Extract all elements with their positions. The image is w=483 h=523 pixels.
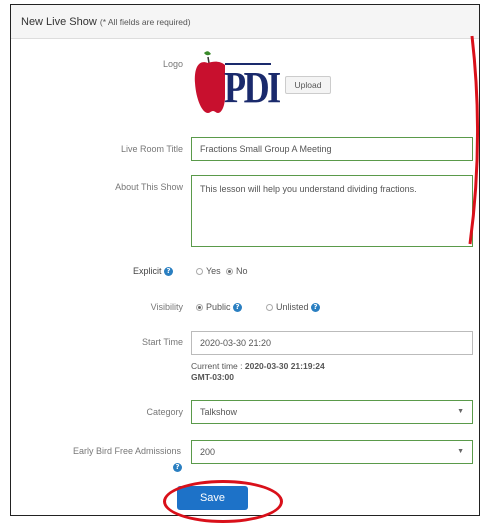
explicit-yes-radio[interactable]: [196, 268, 203, 276]
logo-label: Logo: [162, 59, 183, 69]
visibility-unlisted-option[interactable]: Unlisted ?: [266, 302, 321, 313]
form-title: New Live Show: [21, 16, 97, 28]
timezone-value: GMT-03:00: [191, 372, 234, 382]
category-select[interactable]: Talkshow ▼: [191, 400, 473, 424]
category-value: Talkshow: [200, 407, 238, 417]
start-time-value: 2020-03-30 21:20: [200, 338, 272, 348]
current-time-value: 2020-03-30 21:19:24: [244, 361, 325, 371]
about-show-textarea[interactable]: This lesson will help you understand div…: [191, 175, 473, 247]
visibility-unlisted-label: Unlisted: [276, 302, 309, 312]
current-time-label: Current time :: [191, 361, 245, 371]
live-room-title-value: Fractions Small Group A Meeting: [200, 144, 332, 154]
explicit-yes-option[interactable]: Yes: [196, 266, 221, 276]
start-time-label: Start Time: [141, 337, 183, 347]
logo-image: PDI: [194, 49, 284, 117]
explicit-no-option[interactable]: No: [226, 266, 248, 276]
about-show-label: About This Show: [115, 182, 183, 192]
visibility-public-label: Public: [206, 302, 231, 312]
early-bird-label: Early Bird Free Admissions: [72, 446, 181, 456]
visibility-unlisted-radio[interactable]: [266, 304, 273, 312]
required-note: (* All fields are required): [99, 17, 191, 27]
category-label: Category: [146, 407, 183, 417]
early-bird-help-icon[interactable]: ?: [173, 463, 182, 472]
logo-brand-text: PDI: [224, 63, 281, 112]
caret-down-icon: ▼: [457, 448, 464, 455]
explicit-label-text: Explicit: [132, 266, 162, 276]
visibility-public-radio[interactable]: [196, 304, 203, 312]
live-room-title-label: Live Room Title: [120, 144, 183, 154]
live-show-form: New Live Show (* All fields are required…: [10, 4, 480, 516]
early-bird-select[interactable]: 200 ▼: [191, 440, 473, 464]
explicit-yes-label: Yes: [206, 266, 221, 276]
visibility-public-option[interactable]: Public ?: [196, 302, 243, 313]
about-show-value: This lesson will help you understand div…: [200, 184, 417, 194]
live-room-title-input[interactable]: Fractions Small Group A Meeting: [191, 137, 473, 161]
visibility-label: Visibility: [150, 302, 183, 312]
unlisted-help-icon[interactable]: ?: [311, 303, 321, 313]
start-time-input[interactable]: 2020-03-30 21:20: [191, 331, 473, 355]
caret-down-icon: ▼: [457, 408, 464, 415]
upload-button[interactable]: Upload: [285, 76, 331, 94]
explicit-help-icon[interactable]: ?: [164, 267, 173, 277]
explicit-label: Explicit ?: [71, 266, 173, 277]
current-time-info: Current time : 2020-03-30 21:19:24 GMT-0…: [191, 361, 325, 383]
form-header: New Live Show (* All fields are required…: [11, 5, 479, 39]
explicit-no-radio[interactable]: [226, 268, 233, 276]
save-button[interactable]: Save: [177, 486, 248, 510]
public-help-icon[interactable]: ?: [233, 303, 243, 313]
explicit-no-label: No: [236, 266, 248, 276]
early-bird-value: 200: [200, 447, 216, 457]
